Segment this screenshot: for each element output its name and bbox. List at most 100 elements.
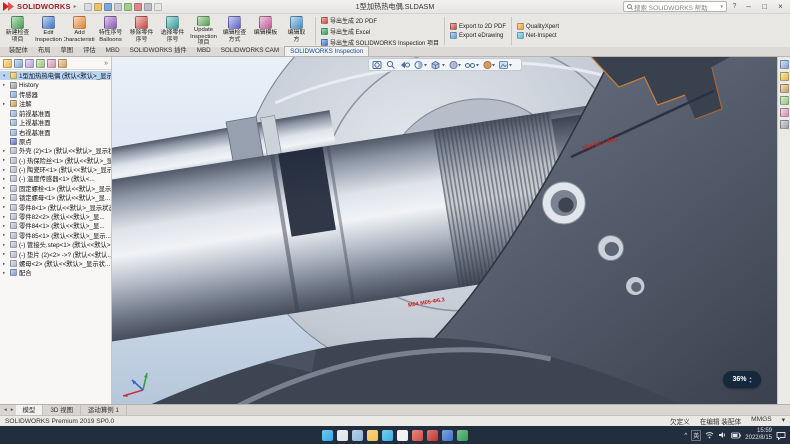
volume-icon[interactable] bbox=[718, 431, 727, 439]
search-input[interactable]: 搜索 SOLIDWORKS 帮助 ▾ bbox=[623, 1, 727, 12]
view-orientation-dropdown-icon[interactable] bbox=[442, 64, 445, 67]
tree-item[interactable]: 右视基准面 bbox=[0, 127, 111, 136]
command-tab[interactable]: 评估 bbox=[78, 46, 101, 56]
ribbon-button[interactable]: Update Inspection 项目 bbox=[188, 15, 219, 47]
tree-item[interactable]: ▸ 螺母<2> (默认<<默认>_显示状... bbox=[0, 259, 111, 268]
tree-item[interactable]: ▸ 外壳 (2)<1> (默认<<默认>_显示状态 bbox=[0, 146, 111, 155]
view-orientation-icon[interactable] bbox=[432, 61, 439, 69]
tree-expand-icon[interactable]: ▸ bbox=[3, 101, 8, 107]
tree-item[interactable]: ▸ 零件8<1> (默认<<默认>_显示状态... bbox=[0, 202, 111, 211]
status-item[interactable]: 在编辑 装配体 bbox=[700, 416, 741, 426]
options-icon[interactable] bbox=[144, 3, 152, 11]
maximize-button[interactable]: □ bbox=[758, 1, 771, 13]
ribbon-export-item[interactable]: Export to 2D PDF bbox=[450, 23, 506, 30]
ribbon-button[interactable]: 编辑取 方 bbox=[281, 15, 312, 47]
tree-item[interactable]: ▸ History bbox=[0, 80, 111, 89]
tree-item[interactable]: ▸ (-) 垫片 (2)<2> ->? (默认<<默认... bbox=[0, 249, 111, 258]
tree-item[interactable]: ▸ 零件85<1> (默认<<默认>_显示... bbox=[0, 231, 111, 240]
tree-expand-icon[interactable]: ▸ bbox=[3, 82, 8, 88]
rebuild-icon[interactable] bbox=[134, 3, 142, 11]
menu-expander-icon[interactable]: ▸ bbox=[74, 3, 77, 10]
minimize-button[interactable]: – bbox=[742, 1, 755, 13]
ribbon-export-item[interactable]: Export eDrawing bbox=[450, 32, 506, 39]
tree-expand-icon[interactable]: ▸ bbox=[3, 232, 8, 238]
tree-item[interactable]: 前视基准面 bbox=[0, 109, 111, 118]
ribbon-export-item[interactable]: 导出生成 Excel bbox=[321, 27, 439, 36]
new-file-icon[interactable] bbox=[84, 3, 92, 11]
command-tab[interactable]: 草图 bbox=[55, 46, 78, 56]
displaymanager-icon[interactable] bbox=[47, 59, 56, 68]
file-explorer-icon[interactable] bbox=[367, 430, 378, 441]
previous-view-icon[interactable] bbox=[401, 61, 410, 68]
tree-expand-icon[interactable]: ▸ bbox=[3, 251, 8, 257]
tree-expand-icon[interactable]: ▸ bbox=[3, 261, 8, 267]
tree-item[interactable]: ▸ 固定螺栓<1> (默认<<默认>_显示... bbox=[0, 184, 111, 193]
display-style-icon[interactable] bbox=[449, 61, 456, 68]
view-settings-dropdown-icon[interactable] bbox=[509, 64, 512, 67]
document-tab[interactable]: 3D 视图 bbox=[43, 405, 81, 416]
tree-item[interactable]: ▸ (-) 陶瓷环<1> (默认<<默认>_显示... bbox=[0, 165, 111, 174]
start-icon[interactable] bbox=[322, 430, 333, 441]
status-item[interactable]: MMGS bbox=[751, 416, 772, 426]
battery-icon[interactable] bbox=[731, 432, 741, 439]
appearances-icon[interactable] bbox=[780, 108, 789, 117]
wifi-icon[interactable] bbox=[705, 431, 714, 439]
hide-show-items-icon[interactable] bbox=[465, 63, 474, 67]
tree-expand-icon[interactable]: ▸ bbox=[3, 270, 8, 276]
edge-icon[interactable] bbox=[382, 430, 393, 441]
tree-item[interactable]: 上视基准面 bbox=[0, 118, 111, 127]
print-icon[interactable] bbox=[114, 3, 122, 11]
command-tab[interactable]: SOLIDWORKS CAM bbox=[216, 46, 284, 56]
section-view-dropdown-icon[interactable] bbox=[424, 64, 427, 67]
tree-expand-icon[interactable]: ▸ bbox=[3, 176, 8, 182]
help-button[interactable]: ? bbox=[730, 3, 739, 10]
view-settings-icon[interactable] bbox=[499, 61, 507, 68]
tab-scroll-left-icon[interactable]: ◂ bbox=[2, 407, 9, 413]
search-dropdown-icon[interactable]: ▾ bbox=[720, 4, 723, 10]
document-tab[interactable]: 运动算例 1 bbox=[81, 405, 127, 416]
tree-item[interactable]: ▸ (-) 温度传感器<1> (默认<... bbox=[0, 174, 111, 183]
command-tab[interactable]: 装配体 bbox=[4, 46, 33, 56]
file-explorer-icon[interactable] bbox=[780, 84, 789, 93]
tree-item[interactable]: ▸ 零件82<2> (默认<<默认>_显... bbox=[0, 212, 111, 221]
configurations-icon[interactable] bbox=[25, 59, 34, 68]
document-tab[interactable]: 模型 bbox=[16, 405, 44, 416]
resources-icon[interactable] bbox=[780, 60, 789, 69]
qat-dropdown-icon[interactable] bbox=[154, 3, 162, 11]
tree-item[interactable]: ▸ 锁定螺母<1> (默认<<默认>_显... bbox=[0, 193, 111, 202]
status-item[interactable]: 欠定义 bbox=[670, 416, 690, 426]
tree-expand-icon[interactable]: ▸ bbox=[3, 148, 8, 154]
design-library-icon[interactable] bbox=[780, 72, 789, 81]
ribbon-export-item[interactable]: QualityXpert bbox=[517, 23, 559, 30]
ribbon-button[interactable]: 特性序号 Balloons bbox=[95, 15, 126, 47]
tray-chevron-icon[interactable]: ^ bbox=[684, 432, 687, 439]
taskbar-clock[interactable]: 15:59 2022/8/15 bbox=[745, 428, 772, 442]
tree-item[interactable]: ▸ 注解 bbox=[0, 99, 111, 108]
tree-item[interactable]: ▸ 配合 bbox=[0, 268, 111, 277]
tree-item[interactable]: ▾ 1型加热热电偶 (默认<默认>_显示状态-1) bbox=[0, 71, 111, 80]
display-style-dropdown-icon[interactable] bbox=[458, 64, 461, 67]
tree-item[interactable]: 传感器 bbox=[0, 90, 111, 99]
command-tab[interactable]: SOLIDWORKS Inspection bbox=[284, 46, 369, 56]
featuremanager-icon[interactable] bbox=[3, 59, 12, 68]
tree-expand-icon[interactable]: ▸ bbox=[3, 157, 8, 163]
tree-item[interactable]: ▸ (-) 管接头.step<1> (默认<<默认>... bbox=[0, 240, 111, 249]
notification-icon[interactable] bbox=[776, 431, 786, 440]
app-blue-icon[interactable] bbox=[442, 430, 453, 441]
open-file-icon[interactable] bbox=[94, 3, 102, 11]
section-view-icon[interactable] bbox=[415, 61, 422, 68]
hide-show-dropdown-icon[interactable] bbox=[476, 64, 479, 67]
tree-expand-icon[interactable]: ▸ bbox=[3, 185, 8, 191]
command-tab[interactable]: MBD bbox=[101, 46, 125, 56]
graphics-viewport[interactable]: M64 M07-Φ6.3 M04 M05-Φ6.3 36% ▴▾ bbox=[112, 57, 777, 404]
propertymanager-icon[interactable] bbox=[14, 59, 23, 68]
ribbon-button[interactable]: 编辑模板 bbox=[250, 15, 281, 47]
close-button[interactable]: × bbox=[774, 1, 787, 13]
ribbon-button[interactable]: 移除零件 序号 bbox=[126, 15, 157, 47]
tree-expand-icon[interactable]: ▸ bbox=[3, 223, 8, 229]
panel-expand-icon[interactable]: » bbox=[104, 60, 108, 67]
search-icon[interactable] bbox=[337, 430, 348, 441]
solidworks-icon[interactable] bbox=[427, 430, 438, 441]
ribbon-button[interactable]: Add Characteristic bbox=[64, 15, 95, 47]
edit-appearance-dropdown-icon[interactable] bbox=[492, 64, 495, 67]
